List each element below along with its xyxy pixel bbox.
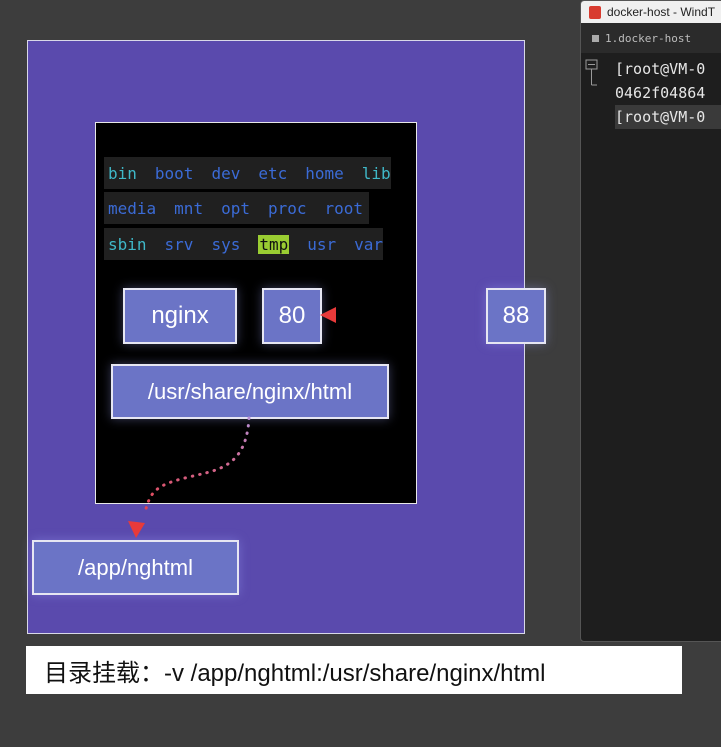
caption-bar: 目录挂载：-v /app/nghtml:/usr/share/nginx/htm… <box>26 646 682 694</box>
volume-mapping-arrow <box>128 416 251 538</box>
mapping-arrows <box>128 307 482 538</box>
port-mapping-arrow <box>320 307 482 323</box>
